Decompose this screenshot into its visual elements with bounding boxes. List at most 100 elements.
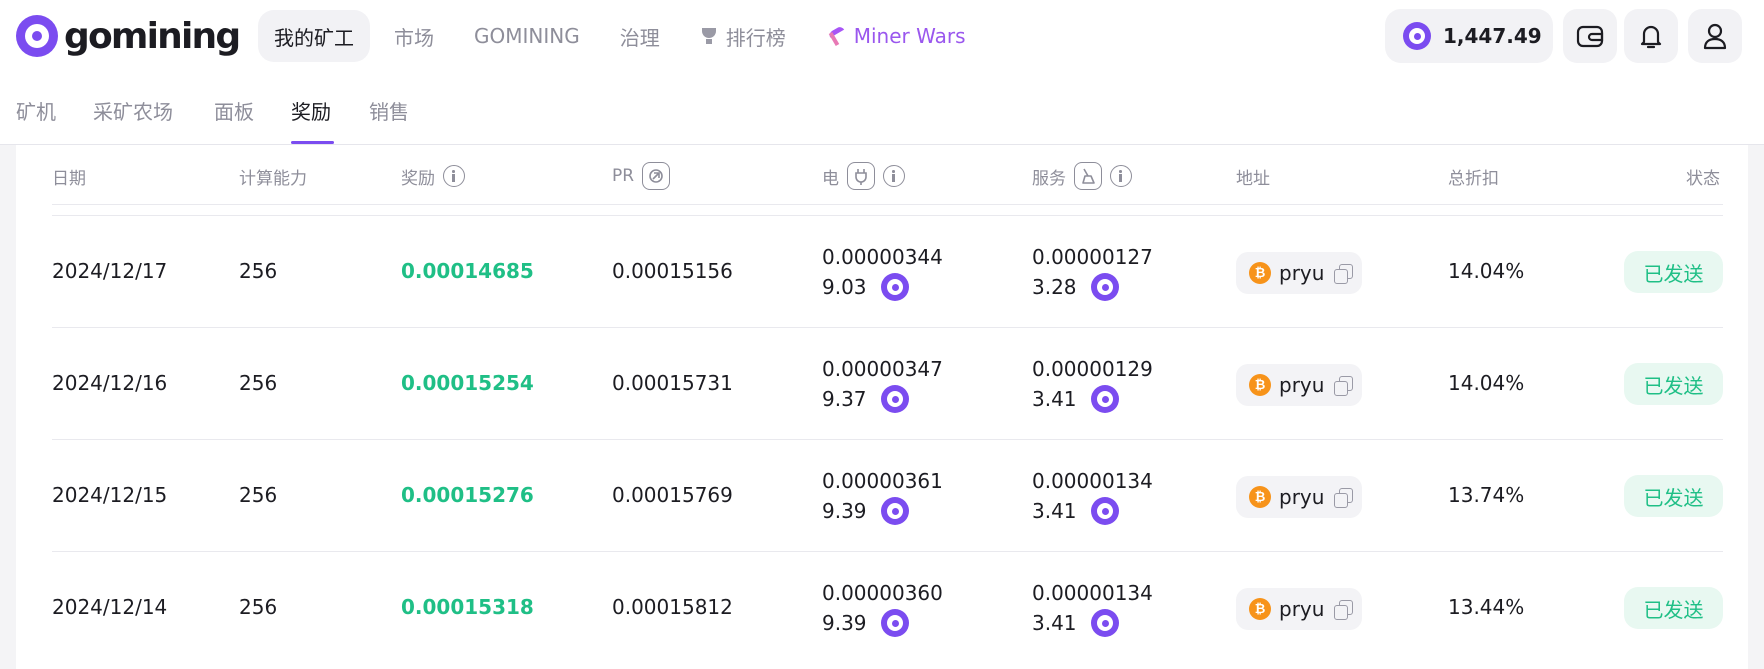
gmt-coin-icon: [880, 609, 909, 637]
tab-dashboard[interactable]: 面板: [214, 96, 254, 125]
cell-power: 256: [239, 595, 278, 619]
address-chip[interactable]: ₿ pryu: [1236, 476, 1362, 518]
col-service: 服务: [1032, 161, 1132, 191]
copy-icon[interactable]: [1332, 598, 1354, 620]
cell-discount: 14.04%: [1448, 371, 1525, 395]
tab-rewards[interactable]: 奖励: [291, 96, 331, 125]
pickaxe-icon: [826, 26, 846, 46]
profile-button[interactable]: [1688, 9, 1742, 63]
col-pr: PR: [612, 161, 671, 191]
nav-item-label: GOMINING: [474, 24, 580, 48]
cell-date: 2024/12/16: [52, 371, 168, 395]
address-chip[interactable]: ₿ pryu: [1236, 252, 1362, 294]
col-address: 地址: [1236, 168, 1270, 189]
gmt-coin-icon: [1090, 497, 1119, 525]
copy-icon[interactable]: [1332, 374, 1354, 396]
nav-item-label: 我的矿工: [274, 25, 354, 50]
col-discount: 总折扣: [1448, 168, 1499, 189]
col-date: 日期: [52, 168, 86, 189]
wallet-button[interactable]: [1563, 9, 1617, 63]
balance-value: 1,447.49: [1443, 24, 1542, 48]
col-reward: 奖励: [401, 161, 465, 191]
service-gmt: 3.41: [1032, 611, 1077, 635]
trophy-icon: [700, 27, 718, 45]
cell-electricity: 0.00000361 9.39: [822, 466, 943, 526]
copy-icon[interactable]: [1332, 262, 1354, 284]
info-icon[interactable]: [1110, 165, 1132, 187]
gmt-coin-icon: [880, 497, 909, 525]
nav-item-governance[interactable]: 治理: [604, 10, 676, 62]
address-chip[interactable]: ₿ pryu: [1236, 364, 1362, 406]
service-gmt: 3.41: [1032, 499, 1077, 523]
cell-date: 2024/12/17: [52, 259, 168, 283]
logo-icon: [16, 15, 58, 57]
rewards-table: 日期 计算能力 奖励 PR 电 服务 地址 总折扣 状态 2024/12/17 …: [16, 145, 1748, 669]
table-row: 2024/12/15 256 0.00015276 0.00015769 0.0…: [52, 439, 1723, 551]
cell-pr: 0.00015731: [612, 371, 733, 395]
gmt-coin-icon: [880, 385, 909, 413]
cell-discount: 13.44%: [1448, 595, 1525, 619]
copy-icon[interactable]: [1332, 486, 1354, 508]
nav-item-label: 排行榜: [725, 25, 786, 50]
top-bar: gomining 我的矿工 市场 GOMINING 治理 排行榜 Miner W…: [0, 0, 1764, 72]
status-badge: 已发送: [1624, 475, 1723, 517]
col-power: 计算能力: [239, 168, 307, 189]
nav-item-label: Miner Wars: [853, 24, 966, 48]
cell-reward: 0.00015254: [401, 371, 534, 395]
electricity-btc: 0.00000344: [822, 245, 943, 269]
electricity-btc: 0.00000360: [822, 581, 943, 605]
address-text: pryu: [1279, 485, 1325, 509]
tab-sales[interactable]: 销售: [369, 96, 409, 125]
table-header: 日期 计算能力 奖励 PR 电 服务 地址 总折扣 状态: [52, 145, 1723, 205]
electricity-gmt: 9.39: [822, 611, 867, 635]
address-text: pryu: [1279, 597, 1325, 621]
nav-item-miner-wars[interactable]: Miner Wars: [810, 10, 982, 62]
active-tab-indicator: [291, 141, 334, 144]
info-icon[interactable]: [443, 165, 465, 187]
bell-icon: [1640, 25, 1662, 49]
address-chip[interactable]: ₿ pryu: [1236, 588, 1362, 630]
info-icon[interactable]: [883, 165, 905, 187]
cell-service: 0.00000129 3.41: [1032, 354, 1153, 414]
user-icon: [1703, 23, 1727, 50]
cell-reward: 0.00015318: [401, 595, 534, 619]
cell-service: 0.00000134 3.41: [1032, 466, 1153, 526]
col-electricity: 电: [822, 161, 905, 191]
service-btc: 0.00000134: [1032, 469, 1153, 493]
status-badge: 已发送: [1624, 251, 1723, 293]
cell-date: 2024/12/15: [52, 483, 168, 507]
nav-item-my-miners[interactable]: 我的矿工: [258, 10, 370, 62]
gmt-balance[interactable]: 1,447.49: [1385, 9, 1553, 63]
logo[interactable]: gomining: [16, 14, 241, 58]
cell-electricity: 0.00000347 9.37: [822, 354, 943, 414]
bitcoin-icon: ₿: [1249, 262, 1271, 284]
main-nav: 我的矿工 市场 GOMINING 治理 排行榜 Miner Wars: [258, 10, 982, 62]
gmt-coin-icon: [1090, 609, 1119, 637]
electricity-gmt: 9.39: [822, 499, 867, 523]
cell-reward: 0.00014685: [401, 259, 534, 283]
nav-item-leaderboard[interactable]: 排行榜: [684, 10, 802, 62]
plug-icon: [847, 162, 875, 190]
electricity-gmt: 9.37: [822, 387, 867, 411]
cell-reward: 0.00015276: [401, 483, 534, 507]
cell-discount: 14.04%: [1448, 259, 1525, 283]
sub-nav: 矿机 采矿农场 面板 奖励 销售: [0, 72, 1764, 145]
address-text: pryu: [1279, 373, 1325, 397]
table-row: 2024/12/17 256 0.00014685 0.00015156 0.0…: [52, 215, 1723, 327]
cell-date: 2024/12/14: [52, 595, 168, 619]
table-row: 2024/12/16 256 0.00015254 0.00015731 0.0…: [52, 327, 1723, 439]
nav-item-gomining[interactable]: GOMINING: [458, 10, 596, 62]
service-btc: 0.00000134: [1032, 581, 1153, 605]
electricity-gmt: 9.03: [822, 275, 867, 299]
tab-miners[interactable]: 矿机: [16, 96, 56, 125]
gmt-coin-icon: [880, 273, 909, 301]
cell-service: 0.00000127 3.28: [1032, 242, 1153, 302]
tab-mining-farm[interactable]: 采矿农场: [93, 96, 173, 125]
cell-power: 256: [239, 259, 278, 283]
electricity-btc: 0.00000361: [822, 469, 943, 493]
gmt-coin-icon: [1090, 385, 1119, 413]
nav-item-label: 治理: [619, 25, 660, 50]
nav-item-market[interactable]: 市场: [378, 10, 450, 62]
cell-electricity: 0.00000360 9.39: [822, 578, 943, 638]
notifications-button[interactable]: [1624, 9, 1678, 63]
